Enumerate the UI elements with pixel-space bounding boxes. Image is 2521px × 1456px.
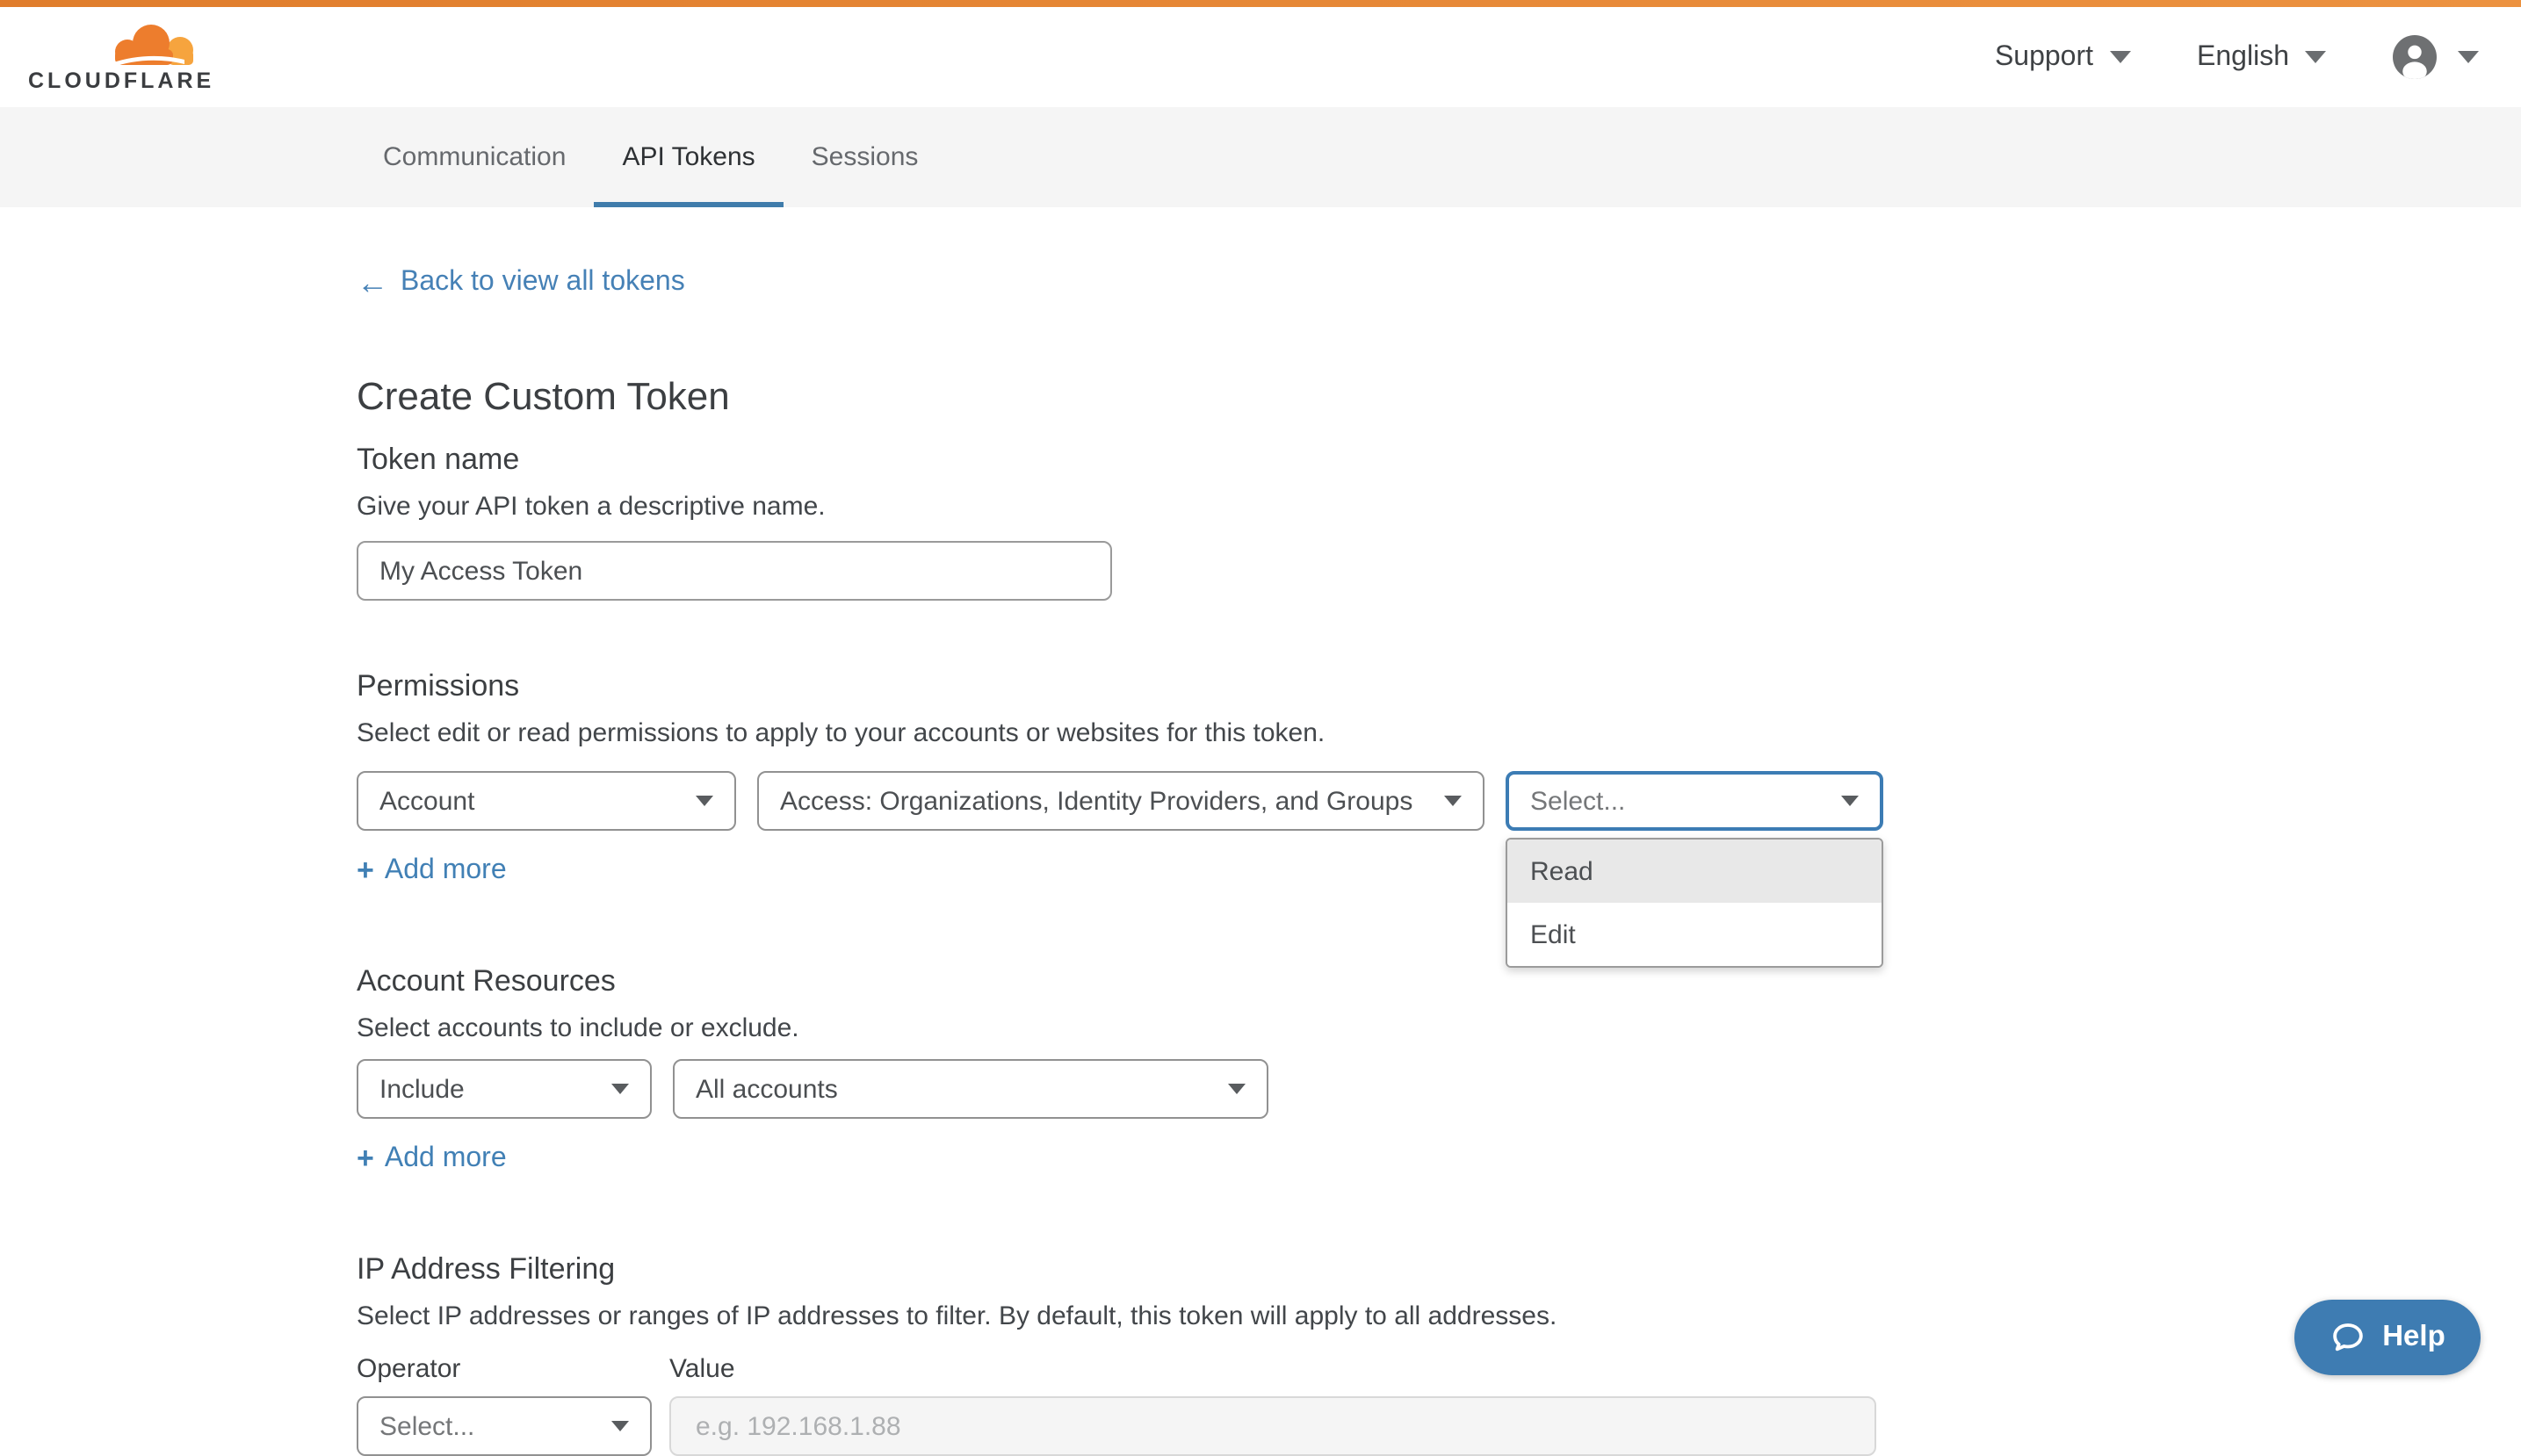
account-resources-add-more-link[interactable]: + Add more	[357, 1143, 507, 1175]
help-button-label: Help	[2382, 1321, 2445, 1354]
account-resources-heading: Account Resources	[357, 962, 2521, 999]
chevron-down-icon	[611, 1421, 629, 1431]
cloudflare-cloud-icon	[105, 22, 200, 68]
operator-label: Operator	[357, 1354, 669, 1386]
account-scope-value: All accounts	[696, 1074, 838, 1104]
chevron-down-icon	[2305, 51, 2326, 63]
permissions-heading: Permissions	[357, 667, 2521, 704]
tab-api-tokens[interactable]: API Tokens	[594, 107, 783, 207]
ip-filtering-labels: Operator Value	[357, 1354, 2521, 1386]
support-menu[interactable]: Support	[1995, 41, 2130, 73]
menu-option-edit[interactable]: Edit	[1507, 903, 1882, 966]
token-name-description: Give your API token a descriptive name.	[357, 492, 2521, 523]
ip-operator-placeholder: Select...	[379, 1411, 474, 1441]
ip-filtering-row: Select...	[357, 1396, 2521, 1456]
cloudflare-wordmark: CLOUDFLARE	[28, 69, 214, 92]
back-to-tokens-link[interactable]: ← Back to view all tokens	[357, 267, 685, 299]
language-label: English	[2197, 41, 2289, 73]
permission-scope-select[interactable]: Account	[357, 771, 736, 831]
value-label: Value	[669, 1354, 735, 1386]
permission-resource-select[interactable]: Access: Organizations, Identity Provider…	[757, 771, 1484, 831]
account-resources-row: Include All accounts	[357, 1059, 2521, 1119]
chevron-down-icon	[611, 1084, 629, 1094]
token-name-input[interactable]	[357, 541, 1112, 601]
permission-level-menu: Read Edit	[1506, 838, 1883, 968]
permission-scope-value: Account	[379, 786, 474, 816]
account-mode-value: Include	[379, 1074, 465, 1104]
menu-option-read[interactable]: Read	[1507, 840, 1882, 903]
page-title: Create Custom Token	[357, 372, 2521, 420]
back-link-label: Back to view all tokens	[401, 267, 685, 299]
add-more-label: Add more	[385, 855, 507, 887]
chevron-down-icon	[1841, 796, 1859, 806]
left-arrow-icon: ←	[357, 269, 388, 297]
chat-bubble-icon	[2330, 1319, 2366, 1356]
help-button[interactable]: Help	[2294, 1300, 2481, 1375]
account-menu[interactable]	[2393, 35, 2479, 79]
chevron-down-icon	[2109, 51, 2130, 63]
plus-icon: +	[357, 1145, 374, 1173]
main-content: ← Back to view all tokens Create Custom …	[0, 207, 2521, 1456]
header: CLOUDFLARE Support English	[0, 7, 2521, 107]
ip-value-input[interactable]	[669, 1396, 1876, 1456]
add-more-label: Add more	[385, 1143, 507, 1175]
permission-resource-value: Access: Organizations, Identity Provider…	[780, 786, 1412, 816]
permissions-add-more-link[interactable]: + Add more	[357, 855, 507, 887]
support-label: Support	[1995, 41, 2093, 73]
chevron-down-icon	[1228, 1084, 1246, 1094]
chevron-down-icon	[1444, 796, 1462, 806]
ip-operator-select[interactable]: Select...	[357, 1396, 652, 1456]
cloudflare-logo[interactable]: CLOUDFLARE	[28, 22, 214, 92]
brand-top-strip	[0, 0, 2521, 7]
account-scope-select[interactable]: All accounts	[673, 1059, 1268, 1119]
tab-communication[interactable]: Communication	[355, 107, 594, 207]
permissions-description: Select edit or read permissions to apply…	[357, 718, 2521, 750]
page: CLOUDFLARE Support English	[0, 0, 2521, 1400]
permissions-row: Account Access: Organizations, Identity …	[357, 771, 2521, 831]
account-mode-select[interactable]: Include	[357, 1059, 652, 1119]
ip-filtering-description: Select IP addresses or ranges of IP addr…	[357, 1301, 2521, 1333]
plus-icon: +	[357, 857, 374, 885]
permission-level-select[interactable]: Select...	[1506, 771, 1883, 831]
token-name-heading: Token name	[357, 441, 2521, 478]
header-right: Support English	[1995, 35, 2479, 79]
profile-tabbar: Communication API Tokens Sessions	[0, 107, 2521, 207]
user-avatar-icon	[2393, 35, 2437, 79]
permission-level-placeholder: Select...	[1530, 786, 1625, 816]
ip-filtering-heading: IP Address Filtering	[357, 1251, 2521, 1287]
chevron-down-icon	[696, 796, 713, 806]
language-menu[interactable]: English	[2197, 41, 2326, 73]
tab-sessions[interactable]: Sessions	[784, 107, 947, 207]
chevron-down-icon	[2458, 51, 2479, 63]
account-resources-description: Select accounts to include or exclude.	[357, 1013, 2521, 1045]
permission-level-wrap: Select... Read Edit	[1506, 771, 1883, 831]
